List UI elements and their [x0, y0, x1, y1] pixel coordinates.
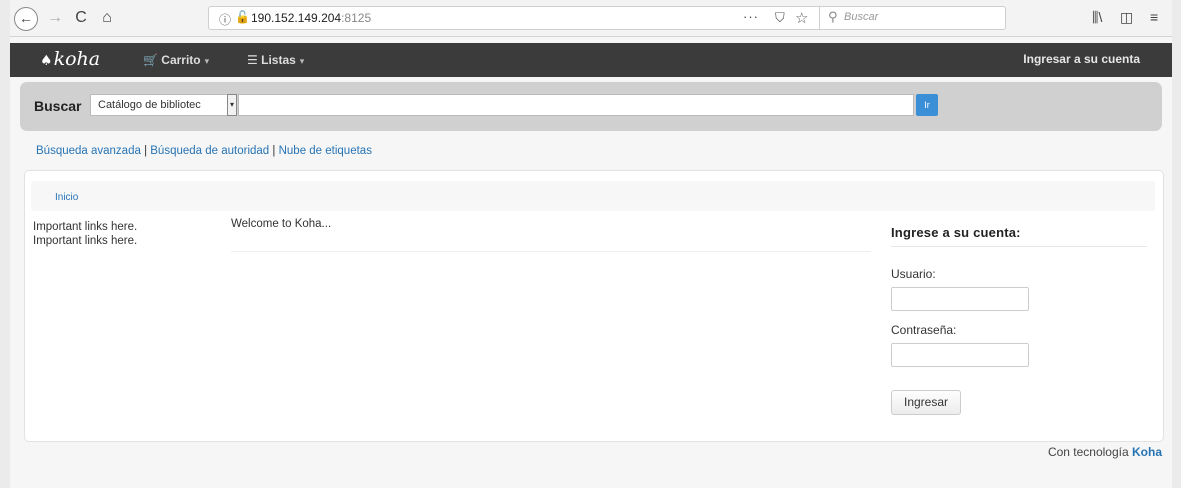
list-icon: ☰ [247, 53, 258, 67]
koha-leaf-icon: ♠ [40, 53, 53, 69]
search-go-button[interactable]: Ir [916, 94, 938, 116]
insecure-lock-icon[interactable]: 🔓 [235, 10, 250, 24]
username-label: Usuario: [891, 267, 936, 281]
divider [891, 246, 1147, 247]
important-link[interactable]: Important links here. [33, 235, 137, 247]
url-text[interactable]: 190.152.149.204:8125 [251, 11, 371, 25]
bookmark-star-icon[interactable]: ☆ [795, 9, 808, 27]
search-input[interactable] [238, 94, 914, 116]
lists-label: Listas [261, 53, 296, 67]
sidebar-icon[interactable]: ◫ [1120, 9, 1133, 26]
cart-icon: 🛒 [143, 53, 158, 67]
footer-prefix: Con tecnología [1047, 445, 1132, 459]
login-link[interactable]: Ingresar a su cuenta [1023, 52, 1140, 66]
login-submit-button[interactable]: Ingresar [891, 390, 961, 415]
koha-logo-text: koha [53, 48, 101, 70]
search-label: Buscar [34, 98, 82, 114]
chevron-down-icon: ▾ [204, 56, 210, 66]
main-content: Inicio Important links here. Important l… [24, 170, 1164, 442]
catalog-select[interactable]: Catálogo de bibliotec [90, 94, 228, 116]
browser-search-input[interactable]: ⚲ Buscar [819, 7, 1005, 29]
link-separator: | [269, 145, 279, 157]
chevron-down-icon[interactable]: ▾ [227, 94, 237, 116]
username-input[interactable] [891, 287, 1029, 311]
footer-credit: Con tecnología Koha [1048, 445, 1162, 459]
forward-arrow-icon[interactable]: → [46, 8, 64, 28]
page-actions-icon[interactable]: ··· [743, 9, 759, 24]
catalog-select-value: Catálogo de bibliotec [98, 99, 201, 111]
browser-toolbar: ← → C ⌂ ⓘ 🔓 190.152.149.204:8125 ··· ⛉ ☆… [10, 0, 1172, 37]
koha-logo[interactable]: ♠koha [40, 48, 100, 70]
password-input[interactable] [891, 343, 1029, 367]
welcome-text: Welcome to Koha... [231, 218, 332, 230]
koha-navbar: ♠koha 🛒 Carrito ▾ ☰ Listas ▾ Ingresar a su… [10, 43, 1172, 77]
koha-footer-link[interactable]: Koha [1132, 445, 1162, 459]
url-port: :8125 [341, 11, 372, 25]
lists-menu[interactable]: ☰ Listas ▾ [247, 53, 304, 67]
breadcrumb: Inicio [31, 181, 1155, 211]
reload-icon[interactable]: C [72, 8, 90, 28]
login-heading: Ingrese a su cuenta: [891, 225, 1021, 240]
pocket-icon[interactable]: ⛉ [775, 10, 785, 26]
address-bar[interactable]: ⓘ 🔓 190.152.149.204:8125 ··· ⛉ ☆ ⚲ Busca… [208, 6, 1006, 30]
link-separator: | [140, 145, 151, 157]
breadcrumb-home-link[interactable]: Inicio [55, 192, 78, 203]
advanced-search-link[interactable]: Búsqueda avanzada [36, 145, 141, 157]
hamburger-menu-icon[interactable]: ≡ [1150, 9, 1158, 25]
tag-cloud-link[interactable]: Nube de etiquetas [279, 145, 372, 157]
cart-menu[interactable]: 🛒 Carrito ▾ [143, 53, 209, 67]
browser-search-placeholder: Buscar [844, 11, 879, 23]
back-arrow-icon[interactable]: ← [14, 7, 38, 31]
search-masthead: Buscar Catálogo de bibliotec ▾ Ir [20, 82, 1162, 131]
more-searches-links: Búsqueda avanzada | Búsqueda de autorida… [36, 145, 372, 157]
password-label: Contraseña: [891, 323, 957, 337]
url-host: 190.152.149.204 [251, 11, 342, 25]
site-info-icon[interactable]: ⓘ [219, 11, 231, 28]
home-icon[interactable]: ⌂ [98, 8, 116, 28]
library-icon[interactable]: ⫼\ [1092, 9, 1102, 26]
important-link[interactable]: Important links here. [33, 221, 137, 233]
cart-label: Carrito [161, 53, 201, 67]
authority-search-link[interactable]: Búsqueda de autoridad [150, 145, 269, 157]
divider [231, 251, 871, 252]
search-icon: ⚲ [828, 9, 838, 24]
chevron-down-icon: ▾ [299, 56, 305, 66]
page: ← → C ⌂ ⓘ 🔓 190.152.149.204:8125 ··· ⛉ ☆… [10, 0, 1172, 488]
